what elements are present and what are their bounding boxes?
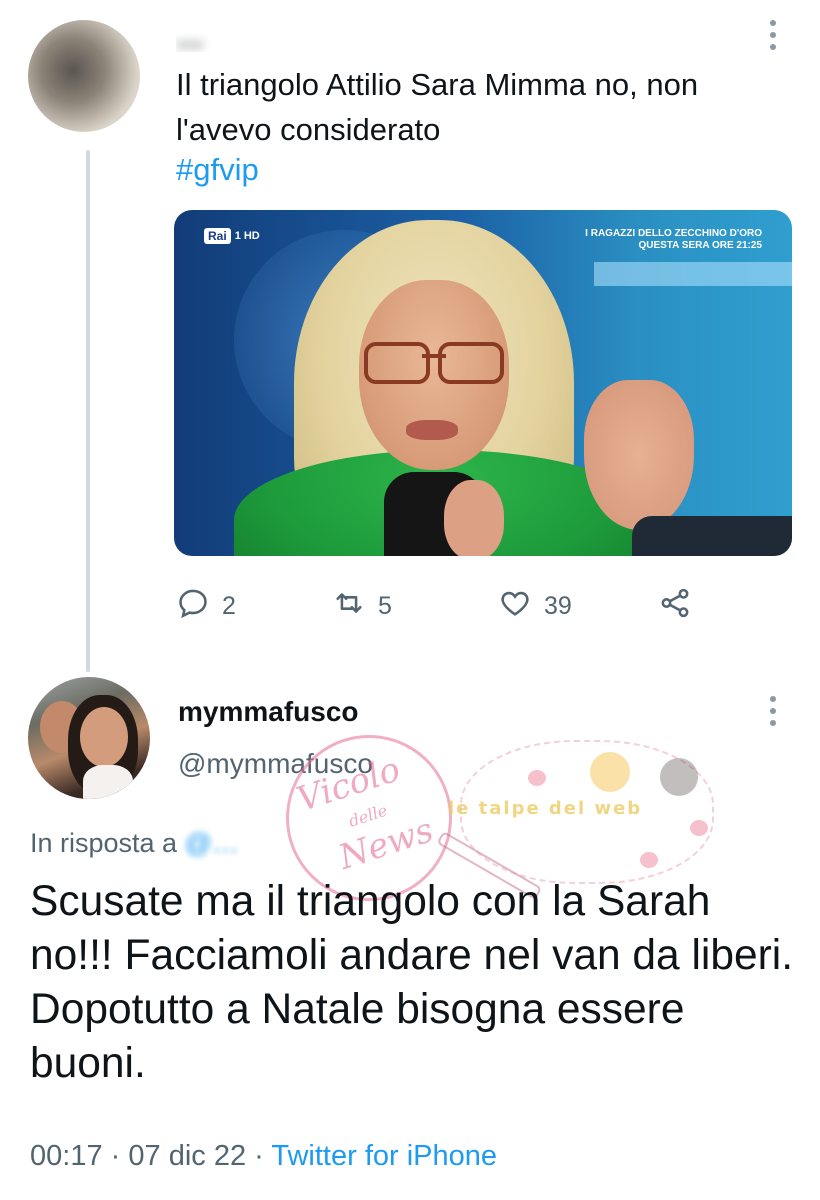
tweet-action-bar: 2 5 39 [176,586,776,622]
more-options-icon[interactable] [762,696,784,726]
share-icon [658,586,692,627]
reply-icon [176,586,210,627]
tweet-meta: 00:17 · 07 dic 22 · Twitter for iPhone [30,1140,498,1172]
reply-button[interactable]: 2 [176,586,236,627]
tweet-source-link[interactable]: Twitter for iPhone [271,1140,497,1172]
channel-logo: Rai 1 HD [204,228,260,244]
hashtag-link[interactable]: #gfvip [176,152,259,188]
retweet-icon [332,586,366,627]
author-avatar[interactable] [28,20,140,132]
reply-target-link[interactable]: @… [185,828,239,859]
reply-context: In risposta a @… [30,828,240,859]
author-display-name[interactable]: mymmafusco [178,696,359,728]
watermark-girl-face-icon [660,758,698,796]
retweet-count: 5 [378,592,392,620]
thread-connector-line [86,150,90,672]
like-button[interactable]: 39 [498,586,572,627]
author-avatar[interactable] [28,677,150,799]
like-count: 39 [544,592,572,620]
watermark-band: le talpe del web [448,798,643,819]
retweet-button[interactable]: 5 [332,586,392,627]
tv-promo-caption: I RAGAZZI DELLO ZECCHINO D'ORO QUESTA SE… [585,228,762,251]
tweet-text: Scusate ma il triangolo con la Sarah no!… [30,878,794,1087]
share-button[interactable] [658,586,692,627]
tweet-time[interactable]: 00:17 [30,1140,103,1172]
paw-icon [690,820,708,836]
tweet-media-image[interactable]: Rai 1 HD I RAGAZZI DELLO ZECCHINO D'ORO … [174,210,792,556]
reply-count: 2 [222,592,236,620]
like-icon [498,586,532,627]
paw-icon [640,852,658,868]
tweet-date[interactable]: 07 dic 22 [128,1140,246,1172]
watermark-girl-face-icon [590,752,630,792]
author-name-blurred[interactable]: … [176,34,676,52]
more-options-icon[interactable] [762,20,784,50]
paw-icon [528,770,546,786]
tweet-text: Il triangolo Attilio Sara Mimma no, non … [176,67,699,147]
